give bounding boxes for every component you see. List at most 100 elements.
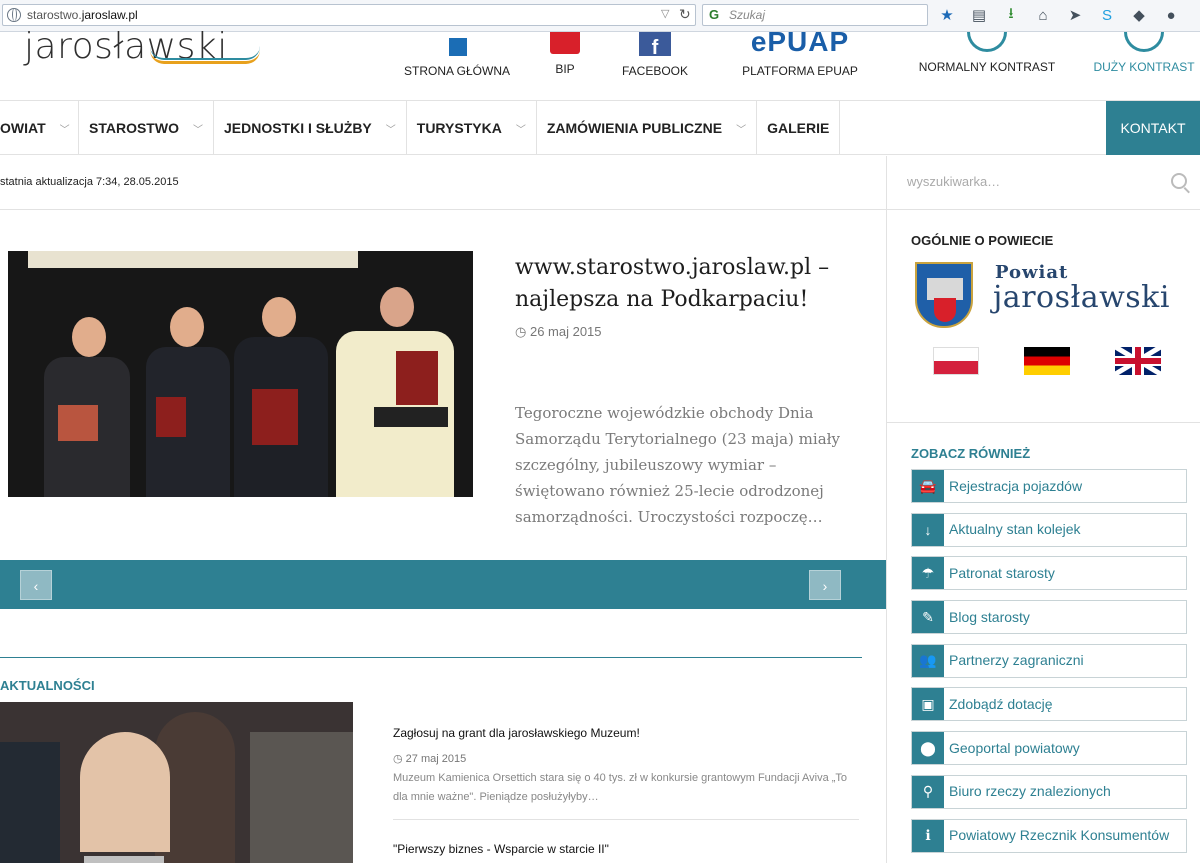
crowd-figure bbox=[0, 742, 60, 863]
send-icon[interactable]: ➤ bbox=[1064, 5, 1086, 25]
chevron-down-icon: ﹀ bbox=[385, 124, 396, 136]
nav-item-jednostki[interactable]: JEDNOSTKI I SŁUŻBY ﹀ bbox=[214, 101, 407, 155]
slide-title[interactable]: www.starostwo.jaroslaw.pl – najlepsza na… bbox=[515, 252, 855, 316]
search-engine-icon[interactable]: G bbox=[709, 7, 723, 22]
clock-icon: ◷ bbox=[515, 324, 527, 339]
section-divider bbox=[0, 657, 862, 658]
quick-link-home[interactable]: STRONA GŁÓWNA bbox=[402, 32, 512, 78]
link-geoportal[interactable]: ⬤ Geoportal powiatowy bbox=[911, 731, 1187, 766]
search-placeholder: Szukaj bbox=[729, 8, 766, 22]
chevron-down-icon: ﹀ bbox=[736, 124, 747, 136]
slide-image[interactable] bbox=[8, 251, 473, 497]
news-heading: AKTUALNOŚCI bbox=[0, 678, 95, 693]
chat-icon[interactable]: ● bbox=[1160, 5, 1182, 25]
nav-item-galerie[interactable]: GALERIE bbox=[757, 101, 841, 155]
nav-item-powiat[interactable]: OWIAT ﹀ bbox=[0, 101, 79, 155]
award-folder bbox=[58, 405, 98, 441]
chevron-down-icon: ﹀ bbox=[59, 124, 70, 136]
quick-link-facebook[interactable]: f FACEBOOK bbox=[612, 32, 698, 78]
globe-icon bbox=[7, 8, 21, 22]
pencil-icon: ✎ bbox=[912, 601, 944, 634]
german-flag-icon[interactable] bbox=[1024, 347, 1070, 375]
umbrella-icon: ☂ bbox=[912, 557, 944, 590]
contact-button[interactable]: KONTAKT bbox=[1106, 101, 1200, 155]
quick-link-bip[interactable]: BIP bbox=[540, 32, 590, 76]
link-patronage[interactable]: ☂ Patronat starosty bbox=[911, 556, 1187, 591]
sort-numeric-icon: ↓ bbox=[912, 513, 944, 546]
about-heading: OGÓLNIE O POWIECIE bbox=[911, 233, 1054, 248]
skype-icon[interactable]: S bbox=[1096, 5, 1118, 25]
coat-of-arms[interactable] bbox=[915, 262, 973, 328]
link-lost-found[interactable]: ⚲ Biuro rzeczy znalezionych bbox=[911, 774, 1187, 809]
pocket-icon[interactable]: ◆ bbox=[1128, 5, 1150, 25]
clock-icon: ◷ bbox=[393, 753, 403, 765]
chevron-down-icon: ﹀ bbox=[515, 124, 526, 136]
logo-swoosh bbox=[150, 46, 260, 60]
epuap-logo: ePUAP bbox=[750, 32, 850, 56]
facebook-icon: f bbox=[639, 32, 671, 56]
contrast-normal-icon bbox=[967, 32, 1007, 52]
high-contrast-button[interactable]: DUŻY KONTRAST bbox=[1090, 32, 1198, 74]
award-folder bbox=[396, 351, 438, 405]
bip-icon bbox=[550, 32, 580, 54]
award-folder bbox=[252, 389, 298, 445]
crowd-figure bbox=[250, 732, 353, 863]
dress-stripe bbox=[374, 407, 448, 427]
news-separator bbox=[393, 819, 859, 820]
stage-banner bbox=[28, 251, 358, 268]
person-head bbox=[380, 287, 414, 327]
link-vehicle-registration[interactable]: 🚘 Rejestracja pojazdów bbox=[911, 469, 1187, 503]
download-icon[interactable]: ⭳ bbox=[1000, 5, 1022, 25]
link-queue-status[interactable]: ↓ Aktualny stan kolejek bbox=[911, 512, 1187, 547]
home-icon[interactable]: ⌂ bbox=[1032, 5, 1054, 25]
featured-slider: www.starostwo.jaroslaw.pl – najlepsza na… bbox=[0, 210, 886, 560]
nav-item-zamowienia[interactable]: ZAMÓWIENIA PUBLICZNE ﹀ bbox=[537, 101, 758, 155]
link-partners[interactable]: 👥 Partnerzy zagraniczni bbox=[911, 643, 1187, 678]
address-bar[interactable]: starostwo.jaroslaw.pl ▽ ↻ bbox=[2, 4, 696, 26]
slide-excerpt: Tegoroczne wojewódzkie obchody Dnia Samo… bbox=[515, 404, 840, 526]
dropdown-arrow-icon[interactable]: ▽ bbox=[661, 7, 669, 20]
news-image[interactable] bbox=[0, 702, 353, 863]
news-item-title[interactable]: Zagłosuj na grant dla jarosławskiego Muz… bbox=[393, 726, 859, 740]
slider-next-button[interactable]: › bbox=[809, 570, 841, 600]
main-nav: OWIAT ﹀ STAROSTWO ﹀ JEDNOSTKI I SŁUŻBY ﹀ TU… bbox=[0, 100, 1200, 155]
link-grants[interactable]: ▣ Zdobądź dotację bbox=[911, 687, 1187, 722]
money-icon: ▣ bbox=[912, 688, 944, 721]
person-figure bbox=[330, 287, 462, 497]
search-icon[interactable] bbox=[1171, 173, 1187, 189]
normal-contrast-button[interactable]: NORMALNY KONTRAST bbox=[914, 32, 1060, 74]
nav-item-starostwo[interactable]: STAROSTWO ﹀ bbox=[79, 101, 214, 155]
award-folder bbox=[156, 397, 186, 437]
news-item-excerpt: Muzeum Kamienica Orsettich stara się o 4… bbox=[393, 772, 848, 803]
polish-flag-icon[interactable] bbox=[933, 347, 979, 375]
map-marker-icon: ⬤ bbox=[912, 732, 944, 765]
reading-list-icon[interactable]: ▤ bbox=[968, 5, 990, 25]
quick-link-epuap[interactable]: ePUAP PLATFORMA EPUAP bbox=[730, 32, 870, 78]
see-also-links: 🚘 Rejestracja pojazdów ↓ Aktualny stan kol… bbox=[911, 469, 1187, 862]
last-update-bar: statnia aktualizacja 7:34, 28.05.2015 bbox=[0, 156, 886, 210]
reload-icon[interactable]: ↻ bbox=[679, 6, 691, 23]
link-blog[interactable]: ✎ Blog starosty bbox=[911, 600, 1187, 635]
crowd-figure bbox=[80, 732, 170, 852]
news-item-title[interactable]: "Pierwszy biznes - Wsparcie w starcie II… bbox=[393, 842, 859, 856]
person-figure bbox=[36, 317, 136, 497]
uk-flag-icon[interactable] bbox=[1115, 347, 1161, 375]
browser-search-field[interactable]: G Szukaj bbox=[702, 4, 928, 26]
person-head bbox=[262, 297, 296, 337]
sidebar-search[interactable]: wyszukiwarka… bbox=[887, 156, 1200, 210]
nav-item-turystyka[interactable]: TURYSTYKA ﹀ bbox=[407, 101, 537, 155]
slide-date: ◷ 26 maj 2015 bbox=[515, 324, 602, 339]
person-head bbox=[72, 317, 106, 357]
star-icon[interactable]: ★ bbox=[936, 5, 958, 25]
sidebar-separator bbox=[887, 422, 1200, 423]
sidebar: wyszukiwarka… OGÓLNIE O POWIECIE Powiat … bbox=[886, 156, 1200, 863]
see-also-heading: ZOBACZ RÓWNIEŻ bbox=[911, 446, 1031, 461]
crest-shield bbox=[934, 298, 956, 322]
link-consumer-ombudsman[interactable]: ℹ Powiatowy Rzecznik Konsumentów bbox=[911, 818, 1187, 853]
url-text: starostwo.jaroslaw.pl bbox=[27, 8, 138, 22]
home-icon bbox=[443, 32, 471, 56]
powiat-logo-big[interactable]: jarosławski bbox=[993, 280, 1170, 315]
contrast-high-icon bbox=[1124, 32, 1164, 52]
slider-prev-button[interactable]: ‹ bbox=[20, 570, 52, 600]
sidebar-search-input[interactable]: wyszukiwarka… bbox=[907, 174, 1000, 189]
